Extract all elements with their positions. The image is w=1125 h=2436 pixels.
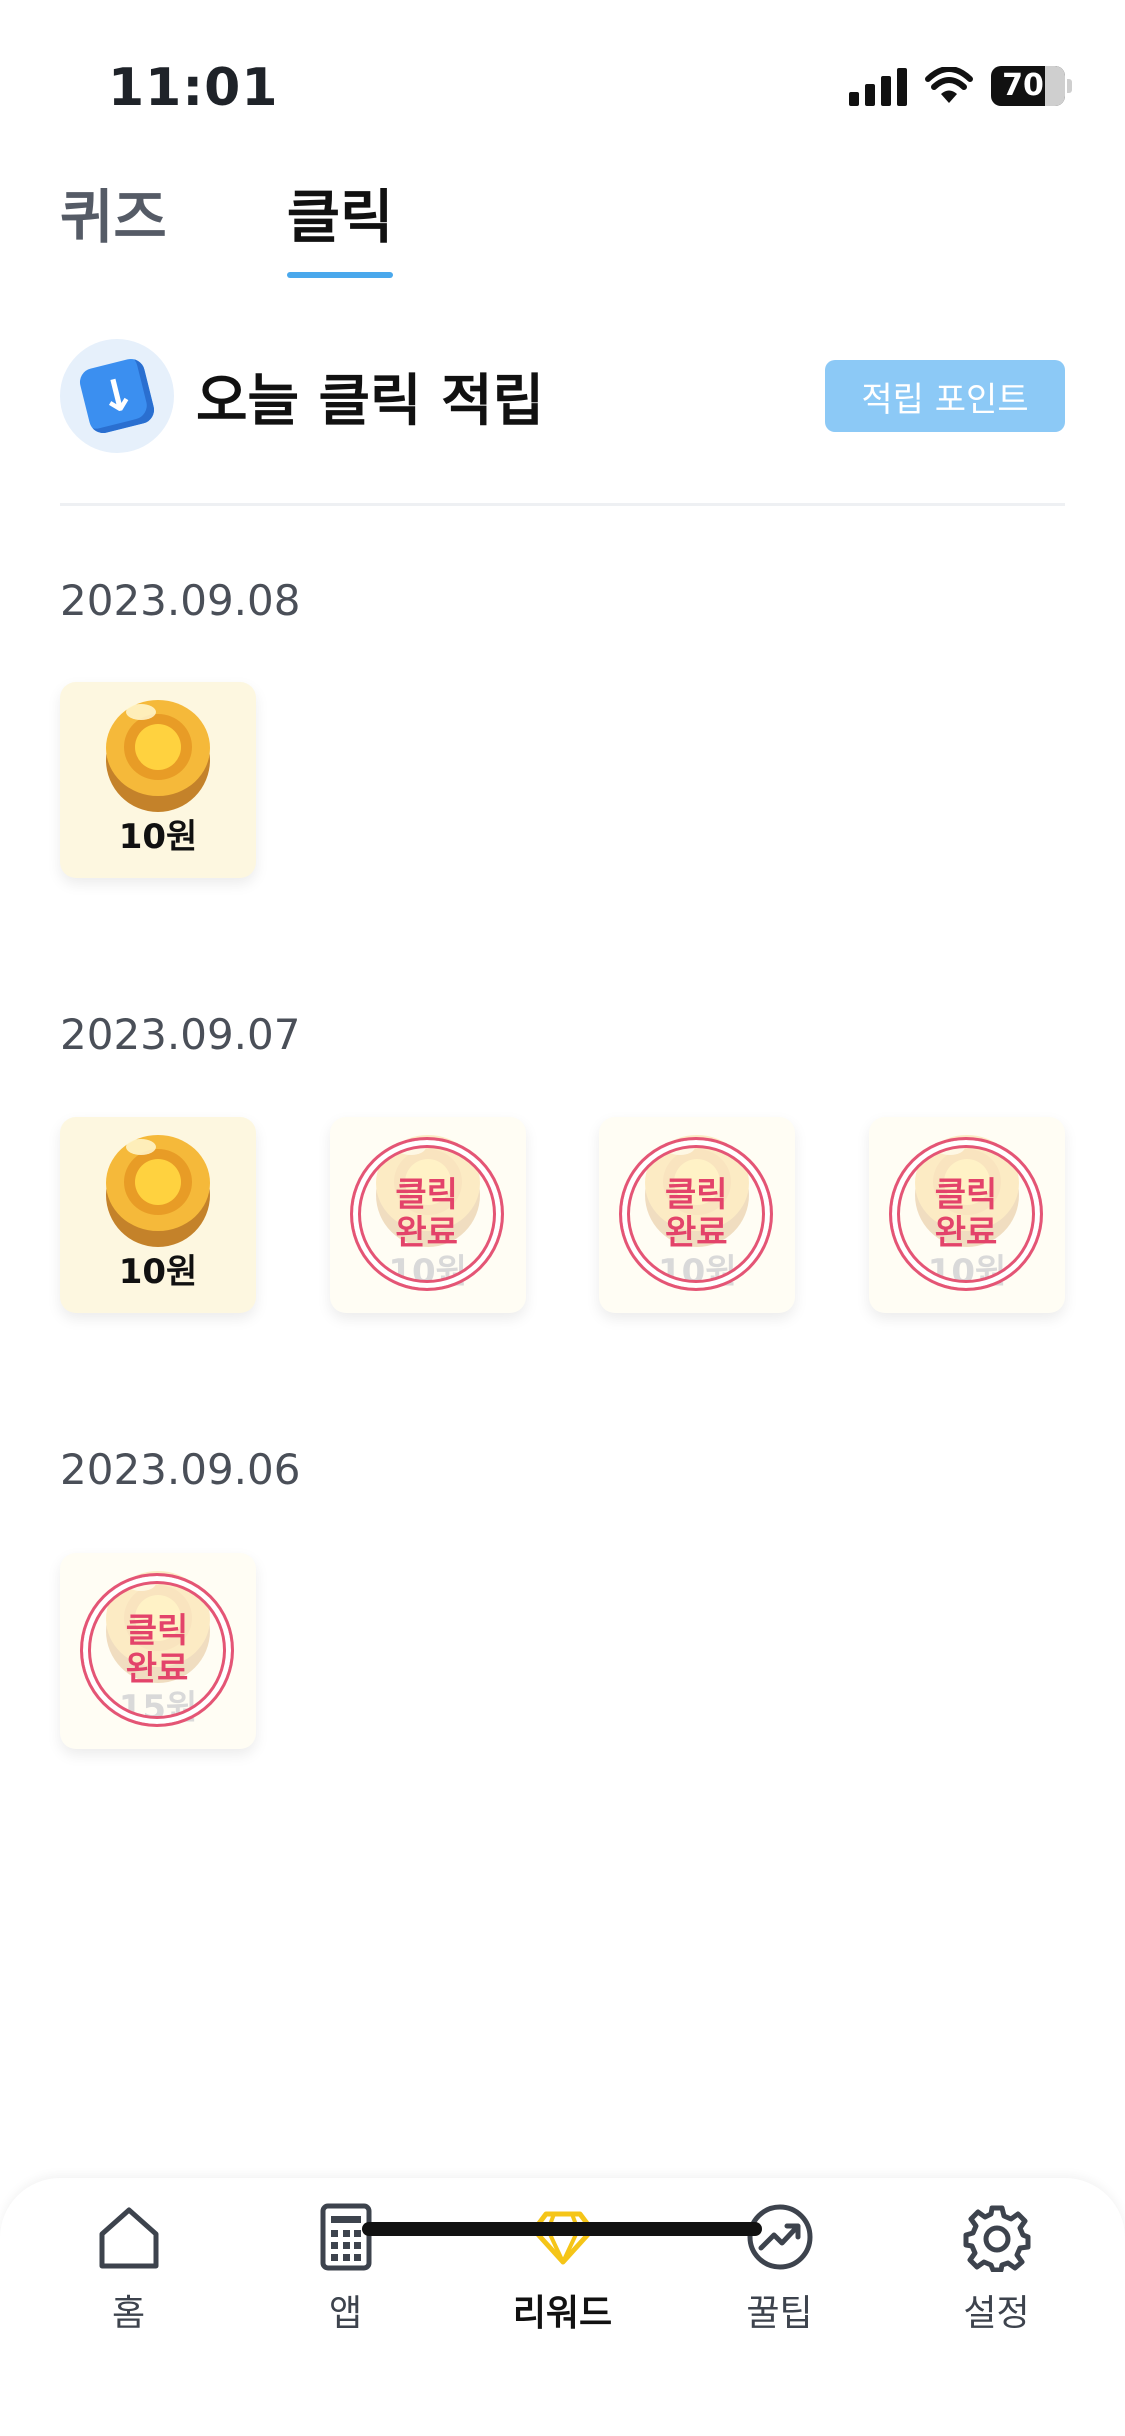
click-complete-stamp: 클릭 완료	[619, 1137, 774, 1291]
click-complete-stamp: 클릭 완료	[80, 1573, 234, 1727]
coin-icon	[106, 700, 210, 812]
status-icons: 70	[849, 66, 1072, 106]
reward-row: 10원 10원 클릭 완료 10원 클릭 완료 10원 클릭 완료	[60, 1117, 1065, 1313]
battery-icon: 70	[991, 66, 1072, 106]
reward-row: 10원	[60, 682, 1065, 878]
click-complete-stamp: 클릭 완료	[888, 1137, 1043, 1291]
home-icon	[99, 2207, 158, 2269]
home-indicator[interactable]	[362, 2222, 762, 2236]
app-grid-icon	[320, 2203, 371, 2271]
coin-icon	[106, 1135, 210, 1247]
nav-label: 앱	[328, 2293, 363, 2334]
page-title: 오늘 클릭 적립	[196, 368, 545, 434]
reward-card-completed[interactable]: 10원 클릭 완료	[868, 1117, 1065, 1313]
bottom-nav: 홈 앱 리워드 꿀팁 설정	[0, 2178, 1125, 2436]
reward-row: 15원 클릭 완료	[60, 1553, 1065, 1749]
tab-click[interactable]: 클릭	[286, 170, 393, 278]
reward-card[interactable]: 10원	[60, 682, 256, 878]
divider	[60, 503, 1065, 506]
tab-bar: 퀴즈 클릭	[60, 170, 393, 278]
date-label: 2023.09.08	[60, 576, 301, 625]
gear-icon	[963, 2205, 1030, 2272]
nav-label: 리워드	[512, 2293, 613, 2334]
nav-label: 설정	[963, 2293, 1030, 2334]
nav-label: 홈	[111, 2293, 146, 2334]
nav-label: 꿀팁	[746, 2293, 813, 2334]
battery-level: 70	[1002, 68, 1044, 103]
date-label: 2023.09.07	[60, 1010, 301, 1059]
download-arrow-icon: ↓	[60, 339, 174, 453]
wifi-icon	[925, 67, 973, 103]
reward-amount: 10원	[118, 817, 198, 857]
points-button[interactable]: 적립 포인트	[825, 360, 1065, 432]
reward-card-completed[interactable]: 10원 클릭 완료	[329, 1117, 526, 1313]
click-complete-stamp: 클릭 완료	[349, 1137, 504, 1291]
reward-card-completed[interactable]: 15원 클릭 완료	[60, 1553, 256, 1749]
nav-item-settings[interactable]: 설정	[897, 2202, 1097, 2336]
tab-quiz[interactable]: 퀴즈	[60, 170, 167, 278]
reward-card-completed[interactable]: 10원 클릭 완료	[599, 1117, 796, 1313]
diamond-icon	[531, 2211, 594, 2265]
status-time: 11:01	[108, 58, 279, 118]
trend-up-icon	[747, 2204, 812, 2270]
nav-item-home[interactable]: 홈	[29, 2202, 229, 2336]
date-label: 2023.09.06	[60, 1445, 301, 1494]
cellular-signal-icon	[849, 66, 907, 106]
reward-card[interactable]: 10원	[60, 1117, 256, 1313]
section-header: ↓ 오늘 클릭 적립 적립 포인트	[60, 338, 1065, 454]
reward-amount: 10원	[118, 1252, 198, 1292]
